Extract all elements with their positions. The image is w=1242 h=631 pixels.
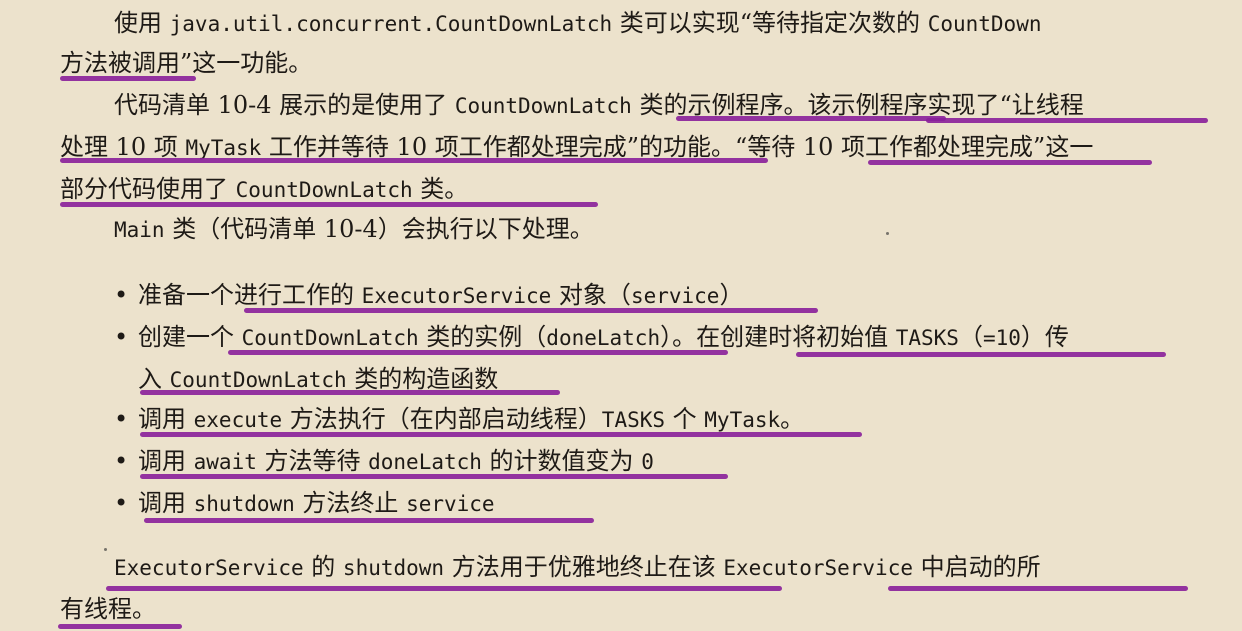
text-segment: 方法用于优雅地终止在该 (444, 553, 724, 581)
text-segment: 类可以实现“等待指定次数的 (612, 9, 928, 37)
bullet-icon: • (114, 323, 129, 351)
bullet-icon: • (114, 447, 129, 475)
text-segment: 处理 10 项 (60, 133, 186, 161)
code-segment: TASKS (601, 408, 666, 432)
text-segment: 方法等待 (256, 447, 369, 475)
code-segment: doneLatch (368, 450, 482, 474)
text-segment: 部分代码使用了 (60, 175, 236, 203)
code-segment: MyTask (185, 136, 262, 160)
highlight-underline (144, 518, 594, 523)
text-segment: ） (719, 281, 744, 309)
code-segment: Main (114, 218, 165, 242)
text-segment: 代码清单 10-4 展示的是使用了 (114, 91, 455, 119)
code-segment: TASKS (895, 326, 959, 350)
highlight-underline (140, 390, 560, 395)
code-segment: ExecutorService (114, 556, 304, 580)
code-segment: java.util.concurrent.CountDownLatch (169, 12, 613, 36)
highlight-underline (244, 308, 818, 313)
highlight-underline (60, 202, 598, 207)
para4-line1: ExecutorService 的 shutdown 方法用于优雅地终止在该 E… (114, 550, 1041, 584)
text-segment: 类的构造函数 (346, 365, 499, 393)
code-segment: shutdown (342, 556, 445, 580)
text-segment: 方法被调用”这一功能。 (60, 49, 313, 77)
text-segment: 入 (138, 365, 170, 393)
text-segment: ）。在创建时将初始值 (660, 323, 896, 351)
bullet-icon: • (114, 405, 129, 433)
text-segment: 对象（ (551, 281, 631, 309)
text-segment: 。 (780, 405, 805, 433)
code-segment: doneLatch (546, 326, 661, 350)
code-segment: CountDownLatch (241, 326, 419, 350)
text-segment: 中启动的所 (913, 553, 1041, 581)
para1-line2: 方法被调用”这一功能。 (60, 46, 312, 80)
text-segment: 类。 (412, 175, 469, 203)
bullet-item-2: • 创建一个 CountDownLatch 类的实例（doneLatch）。在创建… (114, 320, 1069, 354)
highlight-underline (58, 624, 182, 629)
highlight-underline (888, 586, 1188, 591)
para4-line2: 有线程。 (60, 592, 156, 626)
paper-speck (886, 232, 889, 235)
para2-line3: 部分代码使用了 CountDownLatch 类。 (60, 172, 468, 206)
text-segment: 类的示例程序。该示例程序实现了“让线程 (631, 91, 1084, 119)
code-segment: service (406, 492, 495, 516)
code-segment: CountDown (927, 12, 1042, 36)
paper-speck (104, 548, 107, 551)
bullet-item-4: • 调用 await 方法等待 doneLatch 的计数值变为 0 (114, 444, 654, 478)
text-segment: 个 (665, 405, 705, 433)
highlight-underline (676, 116, 946, 121)
text-segment: 创建一个 (138, 323, 242, 351)
highlight-underline (140, 432, 862, 437)
code-segment: await (193, 450, 257, 474)
code-segment: ExecutorService (361, 284, 552, 308)
book-page: 使用 java.util.concurrent.CountDownLatch 类… (0, 0, 1242, 631)
para1-line1: 使用 java.util.concurrent.CountDownLatch 类… (114, 6, 1041, 40)
bullet-item-5: • 调用 shutdown 方法终止 service (114, 486, 495, 520)
highlight-underline (796, 352, 1166, 357)
text-segment: 调用 (138, 489, 194, 517)
code-segment: CountDownLatch (169, 368, 347, 392)
bullet-icon: • (114, 281, 129, 309)
text-segment: 调用 (138, 405, 194, 433)
code-segment: =10 (982, 326, 1021, 350)
bullet-item-3: • 调用 execute 方法执行（在内部启动线程）TASKS 个 MyTask。 (114, 402, 804, 436)
highlight-underline (868, 160, 1152, 165)
text-segment: 的计数值变为 (481, 447, 642, 475)
highlight-underline (106, 586, 782, 591)
highlight-underline (228, 350, 728, 355)
para3-line1: Main 类（代码清单 10-4）会执行以下处理。 (114, 212, 594, 246)
bullet-icon: • (114, 489, 129, 517)
highlight-underline (60, 158, 768, 163)
code-segment: ExecutorService (723, 556, 913, 580)
text-segment: 工作并等待 10 项工作都处理完成”的功能。“等待 10 项工作都处理完成”这一 (261, 133, 1094, 161)
bullet-item-1: • 准备一个进行工作的 ExecutorService 对象（service） (114, 278, 743, 312)
code-segment: CountDownLatch (235, 178, 413, 202)
code-segment: service (630, 284, 720, 308)
code-segment: MyTask (704, 408, 781, 432)
text-segment: 类的实例（ (418, 323, 547, 351)
highlight-underline (926, 118, 1208, 123)
text-segment: 的 (303, 553, 343, 581)
code-segment: CountDownLatch (454, 94, 632, 118)
text-segment: 准备一个进行工作的 (138, 281, 362, 309)
code-segment: execute (193, 408, 283, 432)
text-segment: 方法执行（在内部启动线程） (282, 405, 602, 433)
text-segment: 类（代码清单 10-4）会执行以下处理。 (164, 215, 594, 243)
code-segment: 0 (641, 450, 654, 474)
highlight-underline (60, 76, 196, 81)
highlight-underline (140, 474, 728, 479)
text-segment: ）传 (1020, 323, 1069, 351)
text-segment: 使用 (114, 9, 170, 37)
text-segment: 调用 (138, 447, 194, 475)
text-segment: 方法终止 (294, 489, 407, 517)
text-segment: 有线程。 (60, 595, 156, 623)
code-segment: shutdown (193, 492, 295, 516)
text-segment: （ (958, 323, 983, 351)
